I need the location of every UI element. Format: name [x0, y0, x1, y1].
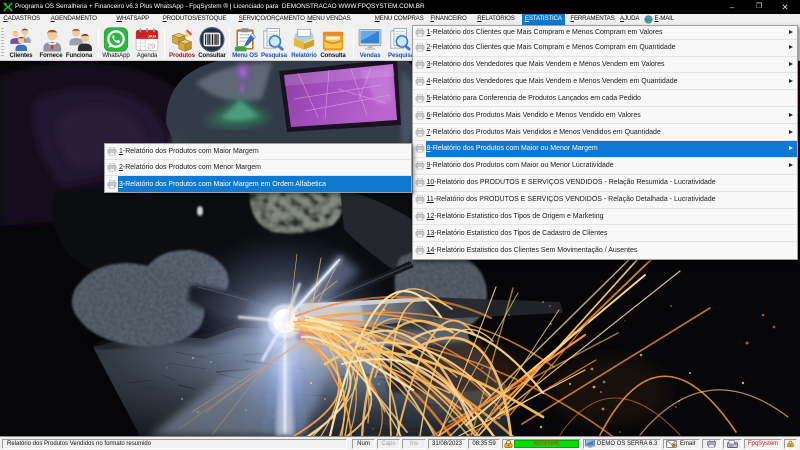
svg-text:JAN: JAN — [148, 34, 156, 39]
svg-text:@: @ — [672, 442, 676, 447]
svg-text:29: 29 — [147, 42, 155, 50]
